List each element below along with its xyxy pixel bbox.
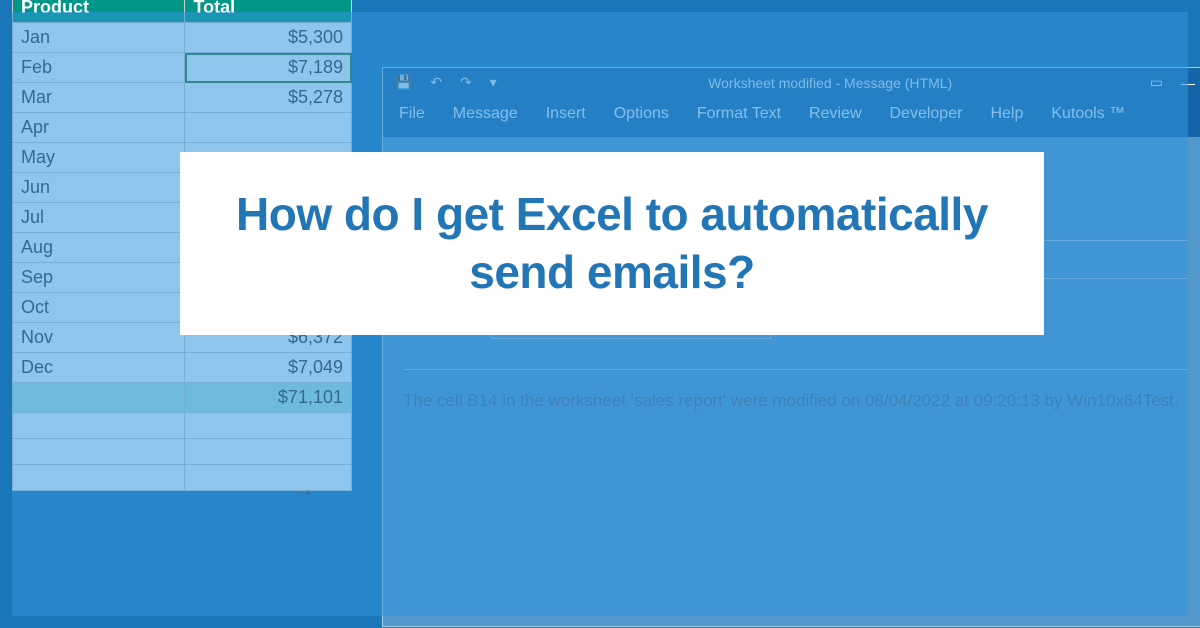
ribbon-tab-review[interactable]: Review [809,105,861,123]
selected-cell[interactable]: $7,189 [185,53,352,83]
ribbon-tab-options[interactable]: Options [614,105,669,123]
qat-more-icon[interactable]: ▾ [490,74,497,90]
minimize-icon[interactable]: — [1181,75,1195,91]
outlook-ribbon: File Message Insert Options Format Text … [383,97,1200,137]
headline-text: How do I get Excel to automatically send… [224,186,1000,301]
undo-icon[interactable]: ↶ [430,74,442,90]
arrow-icon: → [292,476,316,504]
total-cell[interactable]: $71,101 [185,383,352,413]
ribbon-mode-icon[interactable]: ▭ [1150,74,1163,91]
headline-card: How do I get Excel to automatically send… [180,152,1044,335]
ribbon-tab-kutools[interactable]: Kutools ™ [1051,105,1125,123]
redo-icon[interactable]: ↷ [460,74,472,90]
table-row: Feb$7,189 [13,53,352,83]
table-row [13,413,352,439]
table-row: Apr [13,113,352,143]
ribbon-tab-file[interactable]: File [399,105,425,123]
ribbon-tab-developer[interactable]: Developer [890,105,963,123]
ribbon-tab-message[interactable]: Message [453,105,518,123]
outlook-window: 💾 ↶ ↷ ▾ Worksheet modified - Message (HT… [382,67,1200,627]
table-row: Jan$5,300 [13,23,352,53]
table-row [13,439,352,465]
window-title: Worksheet modified - Message (HTML) [529,75,1132,91]
ribbon-tab-insert[interactable]: Insert [546,105,586,123]
total-row: $71,101 [13,383,352,413]
ribbon-tab-format-text[interactable]: Format Text [697,105,781,123]
ribbon-tab-help[interactable]: Help [990,105,1023,123]
save-icon[interactable]: 💾 [395,74,412,90]
col-header-total: Total [185,0,352,23]
message-body[interactable]: The cell B14 in the worksheet 'sales rep… [403,369,1187,414]
table-row: Mar$5,278 [13,83,352,113]
table-row: Dec$7,049 [13,353,352,383]
outlook-titlebar: 💾 ↶ ↷ ▾ Worksheet modified - Message (HT… [383,68,1200,97]
col-header-product: Product [13,0,185,23]
